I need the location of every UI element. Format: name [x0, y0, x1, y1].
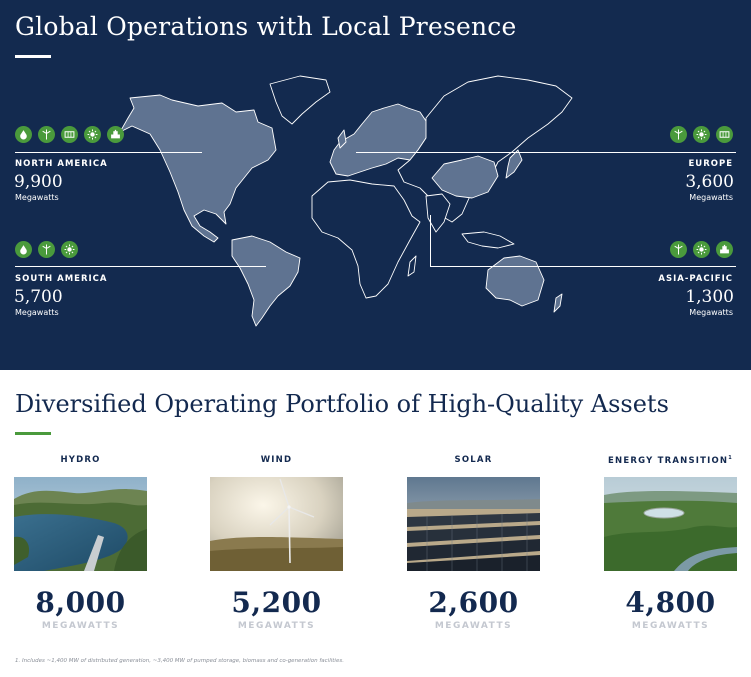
region-value-asia-pacific: 1,300: [685, 287, 734, 307]
south-america-landmass: [231, 235, 301, 327]
asset-label: WIND: [210, 455, 343, 467]
wind-icon: [38, 126, 55, 143]
southeast-asia-landmass: [461, 231, 515, 249]
region-name-europe: EUROPE: [688, 159, 733, 169]
storage-icon: [107, 126, 124, 143]
hydro-dam-photo: [14, 477, 147, 571]
south-america-icons: [15, 241, 78, 258]
solar-icon: [716, 126, 733, 143]
asset-value: 8,000: [35, 586, 126, 619]
south-america-connector: [15, 266, 266, 267]
asia-pacific-connector-vertical: [430, 215, 431, 267]
africa-landmass: [311, 179, 421, 299]
asset-energy-transition: ENERGY TRANSITION1 4,800 MEGAWATTS: [604, 455, 737, 631]
asset-label-text: WIND: [260, 455, 293, 465]
world-map: [119, 75, 573, 327]
region-value-north-america: 9,900: [14, 172, 63, 192]
north-america-icons: [15, 126, 124, 143]
asset-label: HYDRO: [14, 455, 147, 467]
pumped-storage-photo: [604, 477, 737, 571]
footnote-marker: 1: [728, 455, 733, 461]
region-value-south-america: 5,700: [14, 287, 63, 307]
wind-icon: [670, 241, 687, 258]
region-unit-south-america: Megawatts: [15, 308, 59, 317]
asset-label: ENERGY TRANSITION1: [604, 455, 737, 467]
hydro-icon: [15, 241, 32, 258]
asset-unit: MEGAWATTS: [631, 621, 710, 631]
europe-icons: [670, 126, 733, 143]
portfolio-section-title: Diversified Operating Portfolio of High-…: [15, 390, 669, 418]
asia-pacific-icons: [670, 241, 733, 258]
asset-value: 4,800: [625, 586, 716, 619]
region-name-north-america: NORTH AMERICA: [15, 159, 108, 169]
asset-label-text: HYDRO: [60, 455, 101, 465]
region-unit-europe: Megawatts: [689, 193, 733, 202]
asset-value: 2,600: [428, 586, 519, 619]
new-zealand-landmass: [553, 293, 563, 313]
wind-icon: [38, 241, 55, 258]
region-value-europe: 3,600: [685, 172, 734, 192]
distributed-generation-icon: [84, 126, 101, 143]
asset-label: SOLAR: [407, 455, 540, 467]
distributed-generation-icon: [693, 126, 710, 143]
storage-icon: [716, 241, 733, 258]
footnote: 1. Includes ~1,400 MW of distributed gen…: [15, 658, 344, 664]
distributed-generation-icon: [61, 241, 78, 258]
greenland-landmass: [269, 75, 331, 125]
hydro-icon: [15, 126, 32, 143]
region-name-asia-pacific: ASIA-PACIFIC: [658, 274, 733, 284]
asset-value: 5,200: [231, 586, 322, 619]
wind-turbine-photo: [210, 477, 343, 571]
north-america-connector: [15, 152, 202, 153]
madagascar-landmass: [407, 255, 417, 277]
region-unit-asia-pacific: Megawatts: [689, 308, 733, 317]
region-name-south-america: SOUTH AMERICA: [15, 274, 108, 284]
asset-unit: MEGAWATTS: [434, 621, 513, 631]
europe-connector: [356, 152, 736, 153]
asset-solar: SOLAR 2,600 MEGAWATTS: [407, 455, 540, 631]
australia-landmass: [485, 255, 545, 307]
asia-landmass: [397, 75, 573, 223]
asset-hydro: HYDRO 8,000 MEGAWATTS: [14, 455, 147, 631]
wind-icon: [670, 126, 687, 143]
title-underline: [15, 432, 51, 435]
region-unit-north-america: Megawatts: [15, 193, 59, 202]
distributed-generation-icon: [693, 241, 710, 258]
asia-pacific-connector: [430, 266, 736, 267]
asset-unit: MEGAWATTS: [237, 621, 316, 631]
asset-label-text: SOLAR: [454, 455, 493, 465]
asset-wind: WIND 5,200 MEGAWATTS: [210, 455, 343, 631]
asset-label-text: ENERGY TRANSITION: [608, 455, 729, 466]
global-operations-panel: Global Operations with Local Presence NO…: [0, 0, 751, 370]
solar-farm-photo: [407, 477, 540, 571]
north-america-landmass: [119, 94, 277, 243]
solar-icon: [61, 126, 78, 143]
asset-unit: MEGAWATTS: [41, 621, 120, 631]
